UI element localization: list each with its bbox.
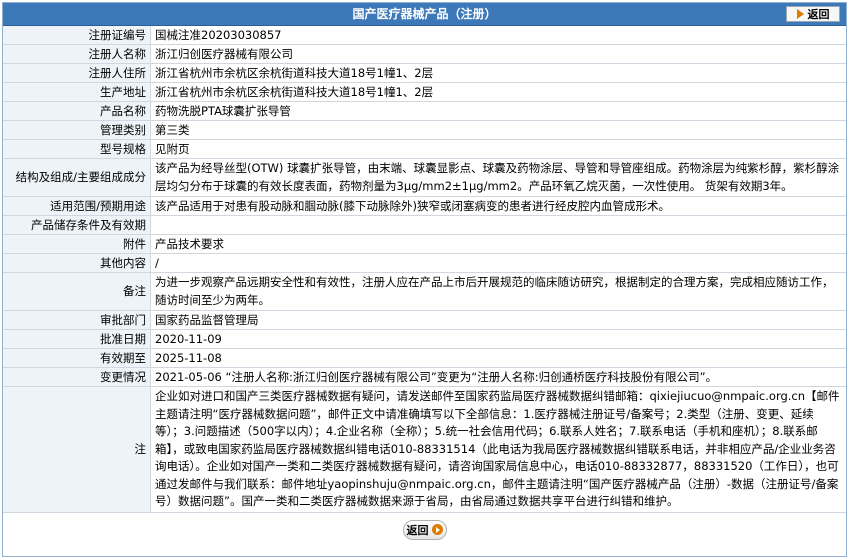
field-label: 附件	[3, 234, 151, 254]
table-row: 结构及组成/主要组成成分 该产品为经导丝型(OTW) 球囊扩张导管，由末端、球囊显…	[3, 158, 846, 197]
table-row: 注册人名称 浙江归创医疗器械有限公司	[3, 44, 846, 64]
page-title: 国产医疗器械产品（注册）	[352, 7, 497, 21]
field-value: 浙江归创医疗器械有限公司	[150, 44, 846, 64]
field-value: 2021-05-06 “注册人名称:浙江归创医疗器械有限公司”变更为“注册人名称…	[150, 367, 846, 387]
field-value: 2025-11-08	[150, 348, 846, 368]
field-label: 注册证编号	[3, 26, 151, 45]
field-label: 注册人名称	[3, 44, 151, 64]
footer: 返回	[3, 513, 846, 547]
field-value: 该产品适用于对患有股动脉和腘动脉(膝下动脉除外)狭窄或闭塞病变的患者进行经皮腔内…	[150, 196, 846, 216]
field-label: 注	[3, 386, 151, 513]
field-value: 为进一步观察产品远期安全性和有效性，注册人应在产品上市后开展规范的临床随访研究，…	[150, 272, 846, 311]
field-label: 产品储存条件及有效期	[3, 215, 151, 235]
table-row: 注册证编号 国械注准20203030857	[3, 26, 846, 45]
field-label: 审批部门	[3, 310, 151, 330]
table-row: 生产地址 浙江省杭州市余杭区余杭街道科技大道18号1幢1、2层	[3, 82, 846, 102]
field-label: 适用范围/预期用途	[3, 196, 151, 216]
field-value: 第三类	[150, 120, 846, 140]
table-row: 产品名称 药物洗脱PTA球囊扩张导管	[3, 101, 846, 121]
table-row: 审批部门 国家药品监督管理局	[3, 310, 846, 330]
field-label: 注册人住所	[3, 63, 151, 83]
field-label: 批准日期	[3, 329, 151, 349]
table-row: 注册人住所 浙江省杭州市余杭区余杭街道科技大道18号1幢1、2层	[3, 63, 846, 83]
table-row: 适用范围/预期用途 该产品适用于对患有股动脉和腘动脉(膝下动脉除外)狭窄或闭塞病变…	[3, 196, 846, 216]
table-row: 变更情况 2021-05-06 “注册人名称:浙江归创医疗器械有限公司”变更为“注…	[3, 367, 846, 387]
table-row: 产品储存条件及有效期	[3, 215, 846, 235]
table-row: 备注 为进一步观察产品远期安全性和有效性，注册人应在产品上市后开展规范的临床随访研…	[3, 272, 846, 311]
field-value: 药物洗脱PTA球囊扩张导管	[150, 101, 846, 121]
title-bar: 国产医疗器械产品（注册） 返回	[3, 3, 846, 26]
field-label: 结构及组成/主要组成成分	[3, 158, 151, 197]
field-value: 2020-11-09	[150, 329, 846, 349]
table-row: 注企业如对进口和国产三类医疗器械数据有疑问，请发送邮件至国家药监局医疗器械数据纠…	[3, 386, 846, 513]
detail-panel: 国产医疗器械产品（注册） 返回 注册证编号 国械注准20203030857 注册人…	[2, 2, 847, 557]
field-label: 产品名称	[3, 101, 151, 121]
field-label: 变更情况	[3, 367, 151, 387]
back-button-top-label: 返回	[807, 8, 830, 21]
table-row: 型号规格 见附页	[3, 139, 846, 159]
table-row: 有效期至 2025-11-08	[3, 348, 846, 368]
table-row: 附件 产品技术要求	[3, 234, 846, 254]
field-value: /	[150, 253, 846, 273]
back-button-bottom-label: 返回	[406, 523, 429, 537]
field-value: 该产品为经导丝型(OTW) 球囊扩张导管，由末端、球囊显影点、球囊及药物涂层、导…	[150, 158, 846, 197]
play-arrow-icon	[431, 524, 443, 535]
field-value: 国械注准20203030857	[150, 26, 846, 45]
table-row: 管理类别 第三类	[3, 120, 846, 140]
field-value: 企业如对进口和国产三类医疗器械数据有疑问，请发送邮件至国家药监局医疗器械数据纠错…	[150, 386, 846, 513]
field-value: 见附页	[150, 139, 846, 159]
detail-table: 注册证编号 国械注准20203030857 注册人名称 浙江归创医疗器械有限公司 注…	[3, 26, 846, 513]
field-label: 备注	[3, 272, 151, 311]
field-label: 生产地址	[3, 82, 151, 102]
table-row: 批准日期 2020-11-09	[3, 329, 846, 349]
back-button-bottom[interactable]: 返回	[402, 519, 447, 540]
field-label: 有效期至	[3, 348, 151, 368]
field-value: 浙江省杭州市余杭区余杭街道科技大道18号1幢1、2层	[150, 82, 846, 102]
field-label: 管理类别	[3, 120, 151, 140]
field-value: 浙江省杭州市余杭区余杭街道科技大道18号1幢1、2层	[150, 63, 846, 83]
arrow-right-icon	[796, 9, 804, 19]
back-button-top[interactable]: 返回	[786, 6, 840, 22]
field-label: 型号规格	[3, 139, 151, 159]
field-value: 国家药品监督管理局	[150, 310, 846, 330]
field-value	[150, 215, 846, 235]
field-label: 其他内容	[3, 253, 151, 273]
field-value: 产品技术要求	[150, 234, 846, 254]
table-row: 其他内容 /	[3, 253, 846, 273]
